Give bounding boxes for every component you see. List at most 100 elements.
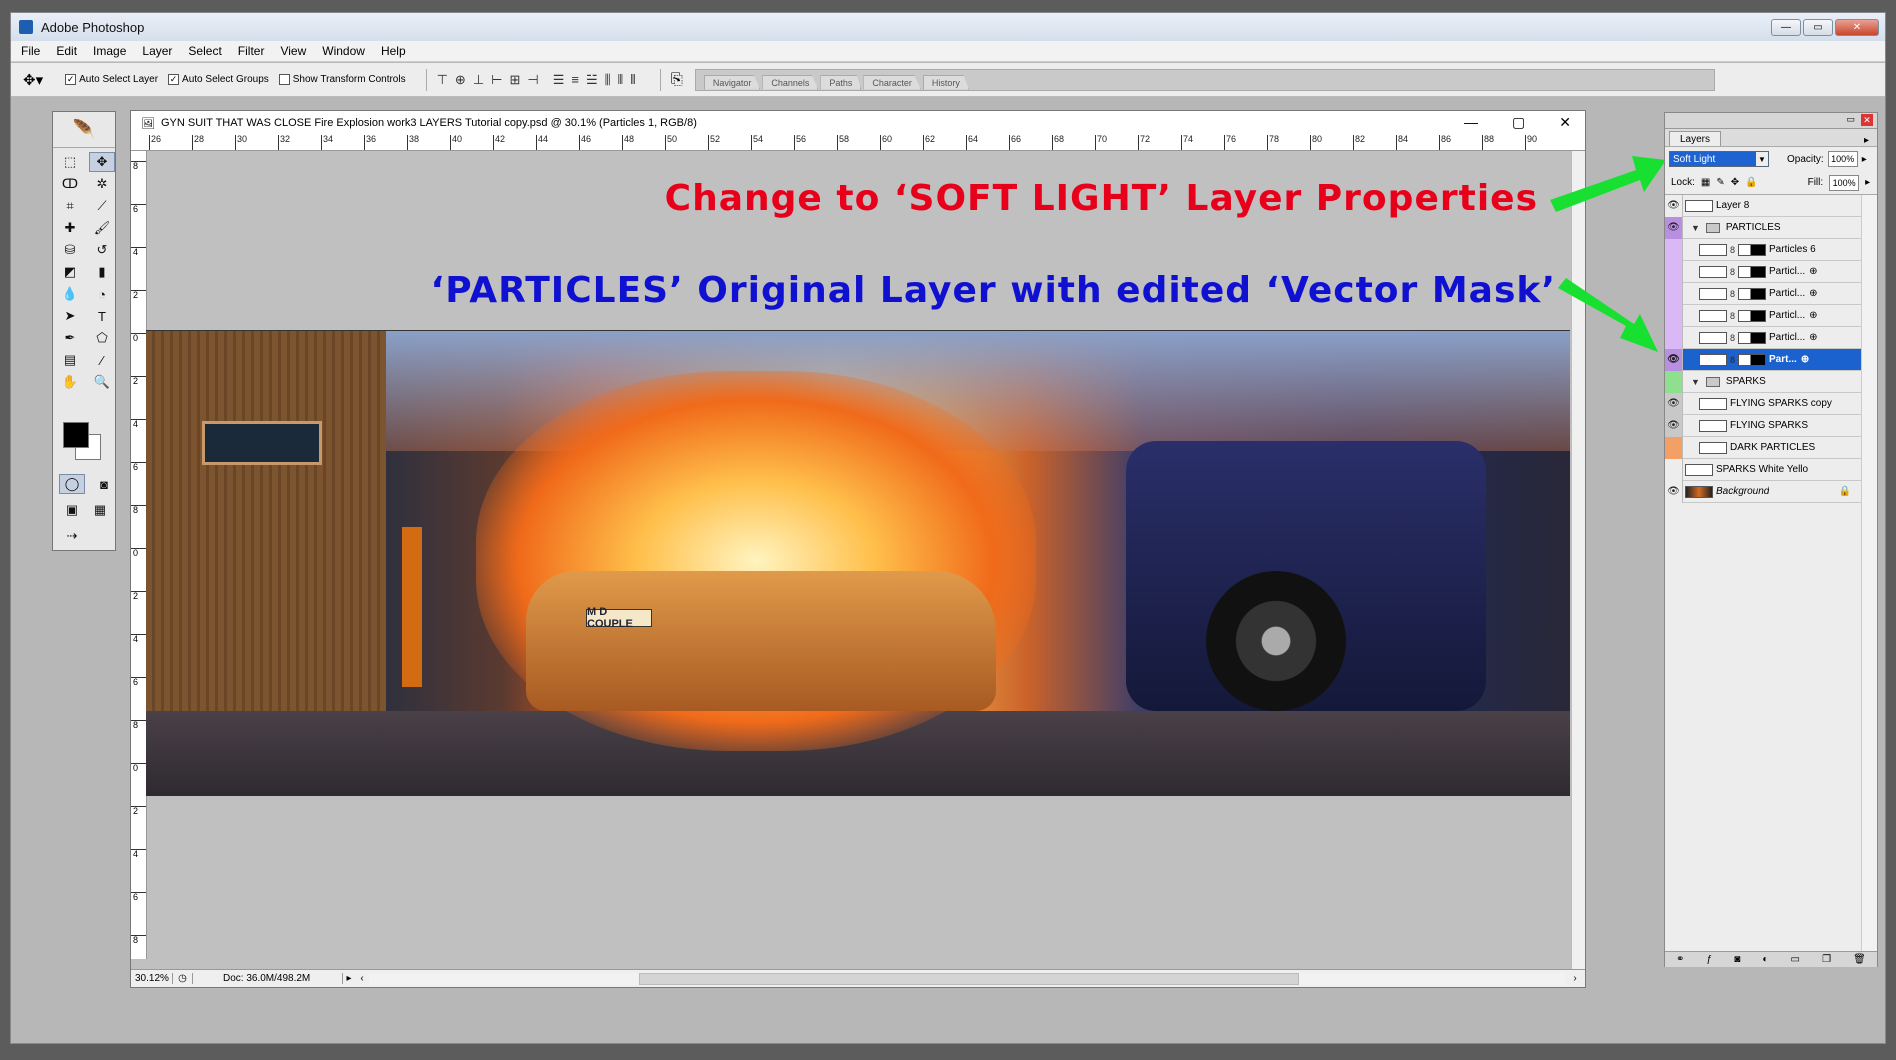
link-chain-icon[interactable]: 8	[1730, 267, 1735, 277]
vector-mask-thumbnail[interactable]	[1738, 265, 1767, 278]
group-icon[interactable]: ▭	[1791, 954, 1800, 965]
panel-menu-icon[interactable]: ▸	[1862, 135, 1871, 146]
ruler-vertical[interactable]: 8 6 4 2 0 2 4 6 8 0 2 4 6 8 0 2 4 6 8	[131, 151, 147, 959]
align-hcenter-icon[interactable]: ⊞	[509, 72, 520, 88]
visibility-eye-icon[interactable]: 👁	[1665, 392, 1683, 415]
link-chain-icon[interactable]: 8	[1730, 333, 1735, 343]
vector-mask-thumbnail[interactable]	[1738, 243, 1767, 256]
healing-brush-tool-icon[interactable]: ✚	[57, 218, 83, 238]
effects-icon[interactable]: ⊕	[1809, 332, 1817, 343]
layer-row[interactable]: 8 Particles 6	[1665, 238, 1861, 261]
align-bottom-icon[interactable]: ⊥	[473, 72, 484, 88]
link-icon[interactable]: ⚭	[1676, 954, 1684, 965]
visibility-eye-icon[interactable]: 👁	[1665, 194, 1683, 217]
new-layer-icon[interactable]: ❐	[1822, 954, 1831, 965]
trash-icon[interactable]: 🗑	[1853, 954, 1866, 965]
lock-all-icon[interactable]: 🔒	[1745, 177, 1757, 188]
shape-tool-icon[interactable]: ⬠	[89, 328, 115, 348]
effects-icon[interactable]: ⊕	[1801, 354, 1809, 365]
distribute-center-icon[interactable]: ≡	[571, 72, 579, 88]
visibility-eye-icon[interactable]	[1665, 238, 1683, 261]
layer-row[interactable]: ▼ SPARKS	[1665, 370, 1861, 393]
tab-character[interactable]: Character	[863, 74, 921, 90]
layer-row[interactable]: 👁 Layer 8	[1665, 194, 1861, 217]
layer-row[interactable]: 8 Particl... ⊕	[1665, 282, 1861, 305]
align-vcenter-icon[interactable]: ⊕	[455, 72, 466, 88]
brush-tool-icon[interactable]: 🖌	[89, 218, 115, 238]
tab-paths[interactable]: Paths	[820, 74, 862, 90]
menu-file[interactable]: File	[21, 44, 40, 58]
vector-mask-thumbnail[interactable]	[1738, 331, 1767, 344]
layer-row[interactable]: 8 Particl... ⊕	[1665, 304, 1861, 327]
effects-icon[interactable]: ⊕	[1809, 288, 1817, 299]
visibility-eye-icon[interactable]	[1665, 436, 1683, 459]
menu-view[interactable]: View	[280, 44, 306, 58]
fx-icon[interactable]: ƒ	[1707, 954, 1713, 965]
zoom-tool-icon[interactable]: 🔍	[89, 372, 115, 392]
panel-close-icon[interactable]: ✕	[1861, 114, 1873, 126]
visibility-eye-icon[interactable]	[1665, 304, 1683, 327]
status-menu-icon[interactable]: ◷	[173, 973, 193, 984]
effects-icon[interactable]: ⊕	[1809, 310, 1817, 321]
layers-scrollbar[interactable]	[1861, 195, 1877, 951]
layer-row[interactable]: DARK PARTICLES	[1665, 436, 1861, 459]
jump-to-imageready-icon[interactable]: ⇢	[59, 526, 85, 546]
minimize-button[interactable]: —	[1771, 19, 1801, 36]
align-right-icon[interactable]: ⊣	[527, 72, 538, 88]
doc-close-button[interactable]: ✕	[1559, 114, 1571, 131]
adjustment-icon[interactable]: ◐	[1762, 954, 1768, 965]
ruler-horizontal[interactable]: 26 28 30 32 34 36 38 40 42 44 46 48 50 52 54 56 58 60 62 64…	[131, 135, 1585, 151]
magic-wand-tool-icon[interactable]: ✲	[89, 174, 115, 194]
quick-mask-icon[interactable]: ◙	[91, 474, 117, 494]
distribute-bottom-icon[interactable]: ☱	[586, 72, 598, 88]
hand-tool-icon[interactable]: ✋	[57, 372, 83, 392]
tab-history[interactable]: History	[922, 74, 969, 90]
visibility-eye-icon[interactable]: 👁	[1665, 480, 1683, 503]
blend-mode-select[interactable]: Soft Light ▼	[1669, 151, 1769, 167]
distribute-hcenter-icon[interactable]: ⫴	[618, 72, 623, 88]
gradient-tool-icon[interactable]: ▮	[89, 262, 115, 282]
distribute-left-icon[interactable]: ⫼	[605, 72, 611, 88]
history-brush-tool-icon[interactable]: ↺	[89, 240, 115, 260]
visibility-eye-icon[interactable]	[1665, 326, 1683, 349]
menu-edit[interactable]: Edit	[56, 44, 77, 58]
hscroll-right-icon[interactable]: ›	[1565, 973, 1585, 984]
fullscreen-mode-icon[interactable]: ▦	[87, 500, 113, 520]
layer-row[interactable]: SPARKS White Yello	[1665, 458, 1861, 481]
menu-layer[interactable]: Layer	[142, 44, 172, 58]
menu-select[interactable]: Select	[188, 44, 221, 58]
standard-mode-icon[interactable]: ◯	[59, 474, 85, 494]
clone-stamp-tool-icon[interactable]: ⛁	[57, 240, 83, 260]
horizontal-scrollbar[interactable]	[369, 972, 1565, 985]
visibility-eye-icon[interactable]	[1665, 282, 1683, 305]
file-browser-icon[interactable]: ⎘	[671, 71, 683, 88]
blur-tool-icon[interactable]: 💧	[57, 284, 83, 304]
lasso-tool-icon[interactable]: ↀ	[57, 174, 83, 194]
expand-triangle-icon[interactable]: ▼	[1691, 377, 1700, 387]
tab-navigator[interactable]: Navigator	[703, 74, 761, 90]
type-tool-icon[interactable]: T	[89, 306, 115, 326]
doc-minimize-button[interactable]: —	[1464, 114, 1478, 131]
layer-row[interactable]: 👁 ▼ PARTICLES	[1665, 216, 1861, 239]
notes-tool-icon[interactable]: ▤	[57, 350, 83, 370]
visibility-eye-icon[interactable]: 👁	[1665, 348, 1683, 371]
status-arrow-icon[interactable]: ▸	[343, 973, 355, 984]
layer-row[interactable]: 8 Particl... ⊕	[1665, 260, 1861, 283]
lock-position-icon[interactable]: ✥	[1731, 177, 1739, 188]
lock-transparency-icon[interactable]: ▦	[1701, 177, 1710, 188]
crop-tool-icon[interactable]: ⌗	[57, 196, 83, 216]
move-tool-preset-icon[interactable]: ✥▾	[23, 71, 43, 89]
path-selection-tool-icon[interactable]: ➤	[57, 306, 83, 326]
marquee-tool-icon[interactable]: ⬚	[57, 152, 83, 172]
pen-tool-icon[interactable]: ✒	[57, 328, 83, 348]
menu-filter[interactable]: Filter	[238, 44, 265, 58]
auto-select-groups-checkbox[interactable]: ✓ Auto Select Groups	[168, 74, 269, 85]
link-chain-icon[interactable]: 8	[1730, 355, 1735, 365]
move-tool-icon[interactable]: ✥	[89, 152, 115, 172]
eraser-tool-icon[interactable]: ◩	[57, 262, 83, 282]
opacity-slider-icon[interactable]: ▸	[1862, 154, 1867, 165]
layer-row[interactable]: 👁 Background 🔒	[1665, 480, 1861, 503]
layer-row[interactable]: 8 Particl... ⊕	[1665, 326, 1861, 349]
tab-channels[interactable]: Channels	[762, 74, 819, 90]
close-button[interactable]: ✕	[1835, 19, 1879, 36]
